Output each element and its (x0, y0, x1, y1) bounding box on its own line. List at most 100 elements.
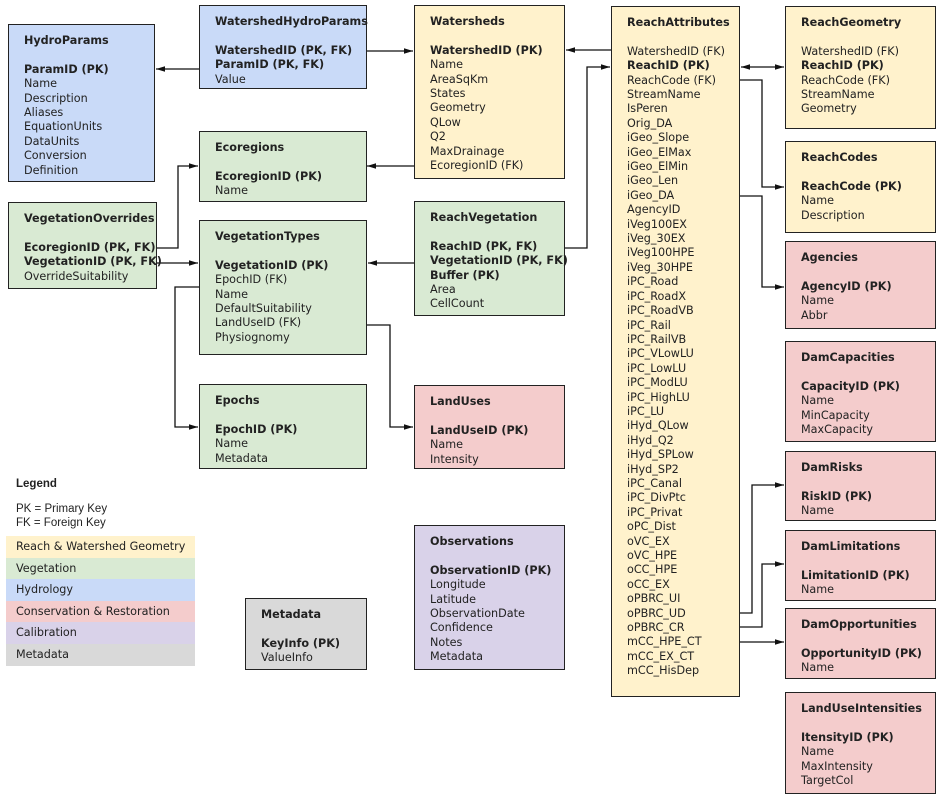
key-field: ReachCode (PK) (801, 179, 902, 193)
table-landuseintensities[interactable]: LandUseIntensities ItensityID (PK) Name Max… (785, 692, 936, 794)
field: Q2 (430, 130, 446, 144)
key-field: Buffer (PK) (430, 268, 500, 282)
field: StreamName (801, 88, 875, 102)
field: CellCount (430, 297, 485, 311)
key-field: WatershedID (PK) (430, 43, 543, 57)
legend-note-pk: PK = Primary Key (16, 503, 108, 515)
field: iVeg100HPE (627, 246, 695, 260)
rel-reachattr-reachcodes (739, 79, 784, 190)
field: Name (801, 294, 835, 308)
legend-item-hydrology: Hydrology (6, 579, 195, 601)
key-field: LimitationID (PK) (801, 568, 910, 582)
field: ObservationDate (430, 607, 525, 621)
field: EcoregionID (FK) (430, 159, 524, 173)
field: iPC_VLowLU (627, 347, 694, 361)
field: Conversion (24, 149, 87, 163)
field: Name (430, 438, 464, 452)
key-field: ReachID (PK) (801, 59, 884, 73)
table-damcapacities[interactable]: DamCapacities CapacityID (PK) Name MinCapac… (785, 341, 936, 442)
field: DataUnits (24, 134, 80, 148)
rel-vegtypes-landuses (366, 324, 413, 430)
field: AgencyID (627, 203, 681, 217)
table-hydroparams[interactable]: HydroParams ParamID (PK) Name Description Al… (8, 24, 155, 182)
field: DefaultSuitability (215, 302, 312, 316)
key-field: LandUseID (PK) (430, 423, 529, 437)
table-title: DamCapacities (801, 351, 895, 364)
field: Notes (430, 635, 463, 649)
field: iPC_Rail (627, 318, 671, 332)
table-watershedhydroparams[interactable]: WatershedHydroParams WatershedID (PK, FK)… (199, 5, 368, 89)
key-field: EcoregionID (PK) (215, 169, 322, 183)
field: Metadata (430, 650, 483, 664)
field: Metadata (215, 451, 268, 465)
table-reachvegetation[interactable]: ReachVegetation ReachID (PK, FK) Vegetatio… (414, 201, 568, 316)
field: Name (801, 745, 835, 759)
key-field: KeyInfo (PK) (261, 636, 341, 650)
field: mCC_HisDep (627, 664, 700, 678)
table-agencies[interactable]: Agencies AgencyID (PK) Name Abbr (785, 241, 936, 329)
field: iGeo_Len (627, 174, 679, 188)
table-metadata[interactable]: Metadata KeyInfo (PK) ValueInfo (245, 598, 367, 670)
table-vegetationtypes[interactable]: VegetationTypes VegetationID (PK) EpochID … (199, 220, 367, 355)
table-damrisks[interactable]: DamRisks RiskID (PK) Name (785, 451, 936, 521)
field: iPC_Privat (627, 505, 683, 519)
field: AreaSqKm (430, 72, 489, 86)
field: Description (801, 208, 865, 222)
table-damlimitations[interactable]: DamLimitations LimitationID (PK) Name (785, 530, 936, 601)
rel-reachattr-agencies (739, 195, 784, 290)
field: EpochID (FK) (215, 273, 288, 287)
field: iVeg_30HPE (627, 260, 693, 274)
table-vegetationoverrides[interactable]: VegetationOverrides EcoregionID (PK, FK) V… (8, 202, 162, 289)
field: Name (215, 287, 249, 301)
table-reachattributes[interactable]: ReachAttributes WatershedID (FK) ReachID (… (611, 6, 740, 697)
field: MaxDrainage (430, 144, 505, 158)
rel-reachattr-damlimitations (739, 561, 784, 628)
field: TargetCol (801, 774, 854, 788)
field: oPBRC_UD (627, 606, 686, 620)
field: MaxIntensity (801, 759, 873, 773)
key-field: AgencyID (PK) (801, 279, 892, 293)
legend: Legend PK = Primary Key FK = Foreign Key… (6, 478, 195, 666)
field: Aliases (24, 106, 64, 120)
table-ecoregions[interactable]: Ecoregions EcoregionID (PK) Name (199, 131, 367, 202)
rel-vegtypes-epochs (174, 286, 199, 430)
key-field: VegetationID (PK) (215, 258, 329, 272)
key-field: EpochID (PK) (215, 422, 298, 436)
key-field: ReachID (PK) (627, 59, 710, 73)
table-damopportunities[interactable]: DamOpportunities OpportunityID (PK) Name (785, 608, 936, 679)
field: Geometry (801, 102, 857, 116)
field: QLow (430, 115, 461, 129)
key-field: ObservationID (PK) (430, 563, 552, 577)
table-title: HydroParams (24, 34, 109, 47)
table-observations[interactable]: Observations ObservationID (PK) Longitude L… (414, 525, 565, 670)
table-title: Watersheds (430, 15, 505, 28)
table-landuses[interactable]: LandUses LandUseID (PK) Name Intensity (414, 385, 565, 469)
field: Definition (24, 163, 79, 177)
legend-title: Legend (16, 478, 57, 490)
field: oCC_EX (627, 577, 670, 591)
table-watersheds[interactable]: Watersheds WatershedID (PK) Name AreaSqKm St… (414, 5, 565, 179)
table-reachcodes[interactable]: ReachCodes ReachCode (PK) Name Description (785, 141, 936, 233)
key-field: VegetationID (PK, FK) (430, 254, 568, 268)
field: iPC_ModLU (627, 376, 688, 390)
table-title: VegetationOverrides (24, 212, 155, 225)
key-field: EcoregionID (PK, FK) (24, 240, 156, 254)
field: iPC_RoadX (627, 289, 686, 303)
field: Area (430, 283, 456, 297)
field: Intensity (430, 452, 479, 466)
field: Name (801, 194, 835, 208)
field: IsPeren (627, 102, 668, 116)
field: EquationUnits (24, 120, 103, 134)
key-field: WatershedID (PK, FK) (215, 43, 353, 57)
field: iHyd_SP2 (627, 462, 679, 476)
table-reachgeometry[interactable]: ReachGeometry WatershedID (FK) ReachID (PK… (785, 6, 936, 129)
field: Name (24, 77, 58, 91)
field: StreamName (627, 88, 701, 102)
field: iPC_RailVB (627, 332, 687, 346)
key-field: ParamID (PK, FK) (215, 58, 325, 72)
table-epochs[interactable]: Epochs EpochID (PK) Name Metadata (199, 384, 367, 469)
field: Latitude (430, 592, 477, 606)
field: Physiognomy (215, 330, 290, 344)
field: WatershedID (FK) (801, 44, 899, 58)
field: iGeo_ElMin (627, 160, 689, 174)
